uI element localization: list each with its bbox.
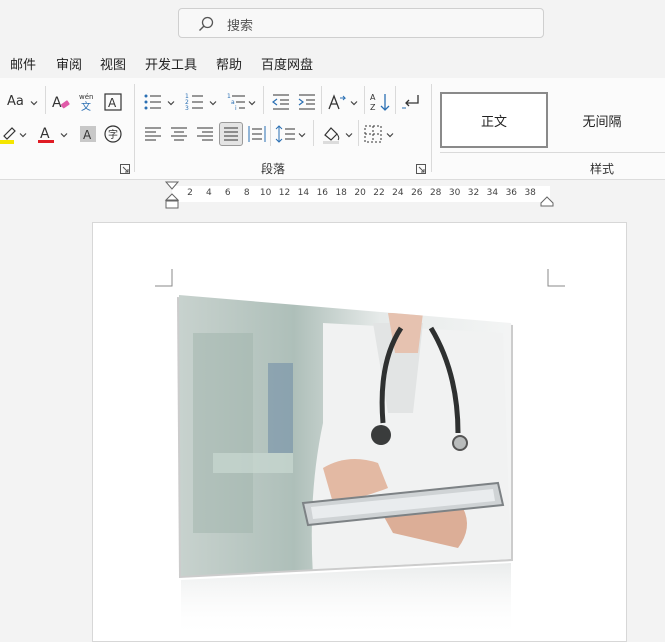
svg-text:字: 字 <box>108 128 118 141</box>
ruler-tick-label: 4 <box>206 188 212 198</box>
ruler-tick-label: 22 <box>373 188 385 198</box>
ruler-tick-label: 36 <box>505 188 518 198</box>
divider <box>364 86 365 114</box>
chevron-down-icon[interactable] <box>30 99 38 107</box>
ruler-tick-label: 8 <box>243 188 250 198</box>
svg-text:A: A <box>52 95 62 111</box>
phonetic-guide-icon[interactable]: wén 文 <box>76 91 98 113</box>
ruler-tick-label: 26 <box>411 188 423 198</box>
numbering-icon[interactable]: 123 <box>184 91 206 113</box>
clear-formatting-icon[interactable]: A <box>50 91 72 113</box>
ruler-tick-label: 10 <box>259 188 272 198</box>
ruler-tick-label: 38 <box>524 188 536 198</box>
svg-text:A: A <box>370 93 376 102</box>
svg-text:Z: Z <box>370 103 376 112</box>
ruler-tick-label: 12 <box>278 188 291 198</box>
chevron-down-icon[interactable] <box>19 131 27 139</box>
ruler-tick-label: 18 <box>335 188 347 198</box>
divider <box>358 120 359 146</box>
ruler-tick-label: 32 <box>467 188 480 198</box>
paragraph-dialog-launcher-icon[interactable] <box>416 164 426 174</box>
title-bar: 搜索 <box>0 0 665 46</box>
font-color-icon[interactable]: A <box>35 123 57 145</box>
chevron-down-icon[interactable] <box>345 131 353 139</box>
justify-icon[interactable] <box>219 122 243 146</box>
tab-mailings[interactable]: 邮件 <box>10 54 36 73</box>
ruler-tick-label: 30 <box>448 188 461 198</box>
divider <box>395 86 396 114</box>
svg-text:A: A <box>83 128 92 142</box>
chevron-down-icon[interactable] <box>167 99 175 107</box>
svg-text:文: 文 <box>81 100 91 113</box>
show-paragraph-marks-icon[interactable] <box>400 91 422 113</box>
style-no-spacing[interactable]: 无间隔 <box>548 92 656 148</box>
shading-icon[interactable] <box>321 123 343 145</box>
ruler-tick-label: 6 <box>224 188 231 198</box>
line-spacing-icon[interactable] <box>275 123 297 145</box>
chevron-down-icon[interactable] <box>209 99 217 107</box>
divider <box>270 120 271 146</box>
group-divider <box>431 84 432 172</box>
sort-icon[interactable]: AZ <box>369 91 391 113</box>
tab-view[interactable]: 视图 <box>100 54 126 73</box>
tab-review[interactable]: 审阅 <box>56 54 82 73</box>
character-shading-icon[interactable]: A <box>77 123 99 145</box>
search-box[interactable]: 搜索 <box>178 8 544 38</box>
chevron-down-icon[interactable] <box>60 131 68 139</box>
style-normal[interactable]: 正文 <box>440 92 548 148</box>
styles-group-label: 样式 <box>590 162 615 176</box>
ribbon: Aa A wén 文 A A A 字 123 1ai A Z 段落 正文 无间隔… <box>0 78 665 180</box>
distributed-icon[interactable] <box>246 123 268 145</box>
ruler-tick-label: 28 <box>429 188 442 198</box>
first-line-indent-marker[interactable] <box>164 180 180 214</box>
ruler-tick-label: 20 <box>354 188 366 198</box>
svg-text:i: i <box>235 105 237 112</box>
ribbon-tabs: 邮件 审阅 视图 开发工具 帮助 百度网盘 <box>0 46 665 78</box>
align-left-icon[interactable] <box>142 123 164 145</box>
group-divider <box>134 84 135 172</box>
divider <box>440 152 665 153</box>
doctor-with-tablet-photo[interactable] <box>173 293 518 638</box>
chevron-down-icon[interactable] <box>350 99 358 107</box>
ruler-tick-label: 2 <box>187 188 193 198</box>
multilevel-list-icon[interactable]: 1ai <box>226 91 248 113</box>
horizontal-ruler[interactable]: 2 4 6 8 10 12 14 16 18 20 22 24 26 28 30 32 34 36 38 <box>0 180 665 210</box>
right-indent-marker[interactable] <box>539 192 555 211</box>
borders-icon[interactable] <box>362 123 384 145</box>
ruler-tick-label: 14 <box>297 188 310 198</box>
chevron-down-icon[interactable] <box>298 131 306 139</box>
divider <box>263 86 264 114</box>
svg-text:A: A <box>108 96 117 110</box>
tab-baidu-netdisk[interactable]: 百度网盘 <box>261 54 313 73</box>
ruler-tick-label: 24 <box>392 188 404 198</box>
svg-text:3: 3 <box>185 105 189 112</box>
svg-text:wén: wén <box>79 93 93 101</box>
document-page[interactable] <box>92 222 627 642</box>
paragraph-group-label: 段落 <box>261 162 286 176</box>
margin-corner-mark <box>155 269 173 287</box>
enclose-characters-icon[interactable]: 字 <box>102 123 124 145</box>
search-placeholder: 搜索 <box>227 19 254 34</box>
character-border-icon[interactable]: A <box>102 91 124 113</box>
font-dialog-launcher-icon[interactable] <box>120 164 130 174</box>
chevron-down-icon[interactable] <box>386 131 394 139</box>
ruler-tick-label: 34 <box>486 188 499 198</box>
bullets-icon[interactable] <box>142 91 164 113</box>
chinese-layout-icon[interactable] <box>326 91 348 113</box>
change-case-button[interactable]: Aa <box>7 94 24 109</box>
decrease-indent-icon[interactable] <box>270 91 292 113</box>
margin-corner-mark <box>547 269 565 287</box>
search-icon <box>197 15 215 33</box>
ruler-tick-label: 16 <box>316 188 329 198</box>
divider <box>45 86 46 114</box>
tab-help[interactable]: 帮助 <box>216 54 242 73</box>
divider <box>313 120 314 146</box>
tab-developer[interactable]: 开发工具 <box>145 54 197 73</box>
chevron-down-icon[interactable] <box>248 99 256 107</box>
increase-indent-icon[interactable] <box>296 91 318 113</box>
svg-text:A: A <box>40 126 50 142</box>
align-right-icon[interactable] <box>194 123 216 145</box>
divider <box>321 86 322 114</box>
align-center-icon[interactable] <box>168 123 190 145</box>
